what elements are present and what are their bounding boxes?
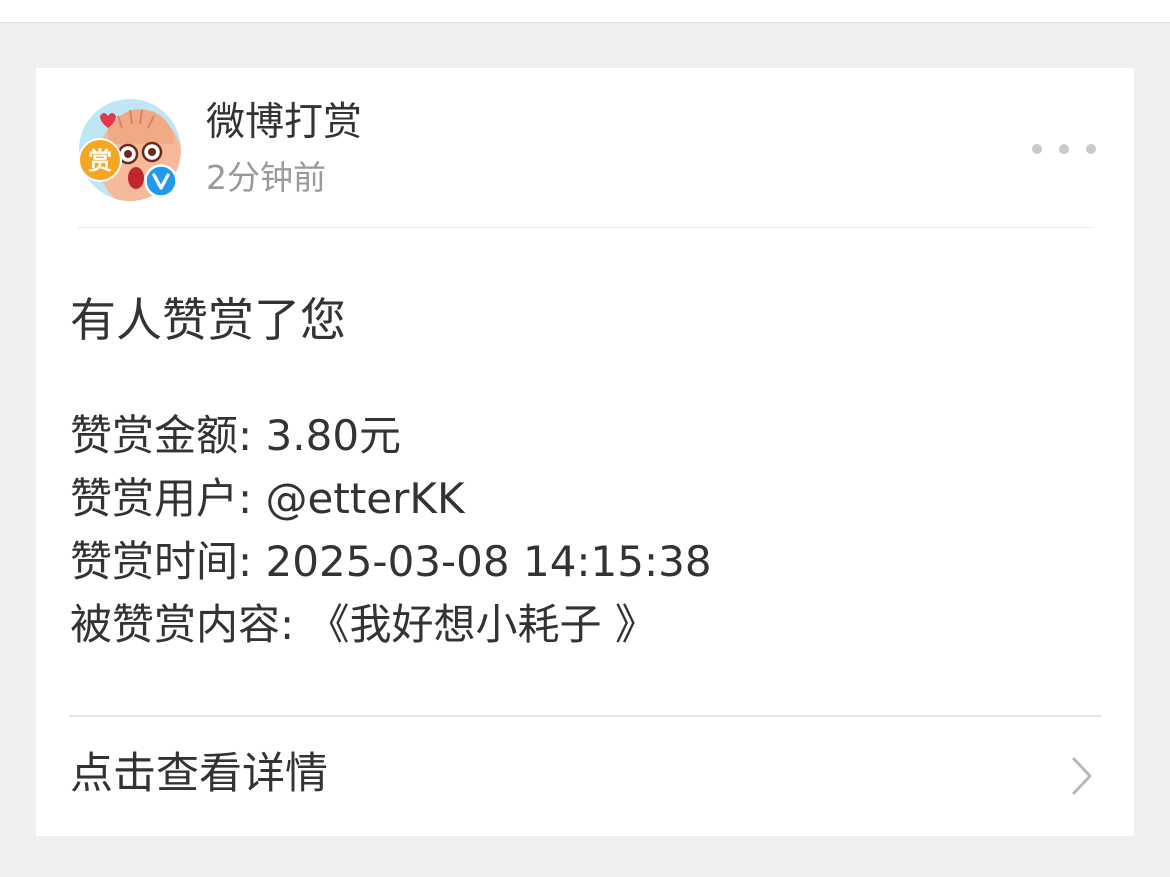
notification-card: 赏 微博打赏 2分钟前 有人赞赏了您 赞赏金额: 3.80元 赞赏用户: @et… — [36, 68, 1134, 836]
more-dots-icon — [1086, 144, 1096, 154]
avatar[interactable]: 赏 — [78, 98, 182, 202]
detail-value: 2025-03-08 14:15:38 — [265, 537, 712, 586]
detail-label: 赞赏金额 — [70, 411, 239, 460]
detail-row-content: 被赞赏内容: 《我好想小耗子 》 — [70, 600, 657, 649]
detail-label: 赞赏用户 — [70, 474, 239, 523]
avatar-badge-text: 赏 — [88, 147, 112, 175]
more-dots-icon — [1059, 144, 1069, 154]
detail-value: 3.80元 — [265, 411, 402, 460]
detail-label: 赞赏时间 — [70, 537, 239, 586]
message-details: 赞赏金额: 3.80元 赞赏用户: @etterKK 赞赏时间: 2025-03… — [70, 404, 712, 656]
post-time: 2分钟前 — [206, 158, 326, 197]
account-name[interactable]: 微博打赏 — [206, 98, 362, 148]
more-dots-icon — [1032, 144, 1042, 154]
verified-icon — [144, 164, 178, 198]
view-details-button[interactable]: 点击查看详情 — [36, 717, 1134, 836]
detail-row-amount: 赞赏金额: 3.80元 — [70, 411, 402, 460]
detail-label: 被赞赏内容 — [70, 600, 281, 649]
chevron-right-icon — [1068, 755, 1096, 797]
view-details-label: 点击查看详情 — [70, 749, 328, 799]
header-divider — [78, 227, 1092, 228]
top-strip — [0, 0, 1170, 23]
more-button[interactable] — [1032, 138, 1096, 160]
message-title: 有人赞赏了您 — [70, 293, 346, 347]
detail-row-time: 赞赏时间: 2025-03-08 14:15:38 — [70, 537, 712, 586]
detail-value-user-link[interactable]: @etterKK — [266, 474, 465, 523]
detail-row-user: 赞赏用户: @etterKK — [70, 474, 465, 523]
detail-value-content-link[interactable]: 《我好想小耗子 》 — [308, 600, 657, 649]
